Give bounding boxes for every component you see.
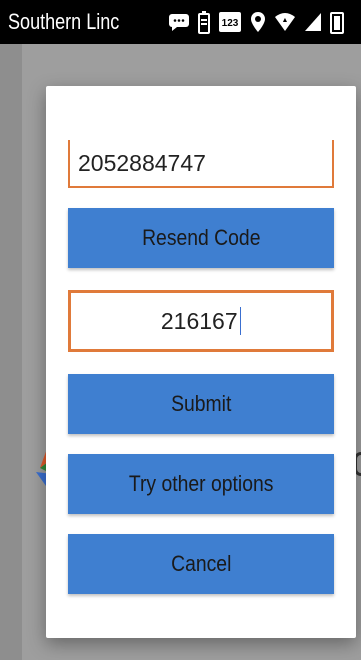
- submit-label: Submit: [170, 391, 232, 416]
- submit-button[interactable]: Submit: [68, 374, 334, 434]
- cancel-button[interactable]: Cancel: [68, 534, 334, 594]
- background-page: [0, 44, 22, 660]
- cancel-label: Cancel: [170, 551, 232, 576]
- wifi-icon: ▲: [274, 12, 296, 32]
- carrier-name: Southern Linc: [8, 9, 120, 34]
- svg-text:▲: ▲: [282, 17, 289, 24]
- status-bar: Southern Linc 123 ▲: [0, 0, 361, 44]
- resend-code-button[interactable]: Resend Code: [68, 208, 334, 268]
- phone-number-field[interactable]: 2052884747: [68, 140, 334, 188]
- battery-saver-icon: [198, 10, 210, 34]
- keypad-123-icon: 123: [218, 10, 242, 34]
- verification-code-value: 216167: [160, 307, 238, 334]
- message-icon: [168, 13, 190, 31]
- text-cursor: [239, 307, 242, 335]
- verification-code-input[interactable]: 216167: [68, 290, 334, 352]
- resend-code-label: Resend Code: [141, 225, 261, 250]
- try-other-options-label: Try other options: [128, 471, 274, 496]
- location-icon: [250, 11, 266, 33]
- svg-text:123: 123: [222, 18, 239, 29]
- verification-dialog: 2052884747 Resend Code 216167 Submit Try…: [46, 86, 356, 638]
- signal-icon: [304, 12, 322, 32]
- try-other-options-button[interactable]: Try other options: [68, 454, 334, 514]
- battery-icon: [330, 10, 344, 34]
